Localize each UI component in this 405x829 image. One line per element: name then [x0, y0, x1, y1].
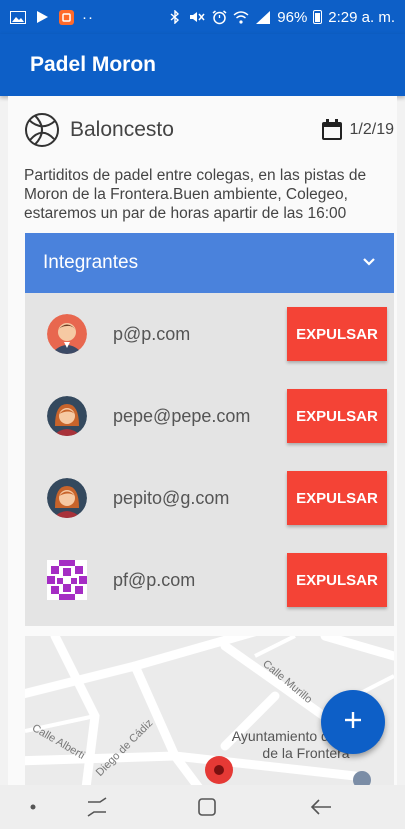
- signal-icon: [255, 10, 271, 24]
- mute-icon: [189, 10, 205, 24]
- chevron-down-icon[interactable]: [362, 254, 376, 272]
- nav-dot-icon: [28, 795, 38, 819]
- kick-member-button[interactable]: EXPULSAR: [287, 389, 387, 443]
- member-email: p@p.com: [113, 323, 191, 344]
- kick-member-button[interactable]: EXPULSAR: [287, 471, 387, 525]
- kick-member-button[interactable]: EXPULSAR: [287, 307, 387, 361]
- identicon-avatar-icon: [47, 560, 87, 600]
- kick-member-button[interactable]: EXPULSAR: [287, 553, 387, 607]
- status-bar: ·· 96% 2:29 a. m.: [0, 0, 405, 34]
- clock: 2:29 a. m.: [328, 8, 395, 26]
- app-notification-icon: [58, 9, 74, 25]
- app-title: Padel Moron: [30, 53, 157, 76]
- app-bar: Padel Moron: [0, 34, 405, 96]
- battery-percent: 96%: [277, 8, 308, 26]
- member-row: pepito@g.com EXPULSAR: [25, 457, 394, 539]
- event-date: 1/2/19: [320, 118, 394, 142]
- wifi-icon: [233, 10, 249, 24]
- members-title: Integrantes: [43, 252, 139, 273]
- female-avatar-icon: [47, 396, 87, 436]
- gallery-icon: [10, 10, 26, 24]
- female-avatar-icon: [47, 478, 87, 518]
- sport-name: Baloncesto: [70, 118, 174, 141]
- battery-icon: [313, 10, 323, 24]
- home-icon[interactable]: [195, 795, 219, 819]
- play-store-icon: [34, 10, 50, 24]
- event-detail: Baloncesto 1/2/19 Partiditos de padel en…: [8, 96, 397, 785]
- male-avatar-icon: [47, 314, 87, 354]
- date-text: 1/2/19: [349, 121, 394, 138]
- museum-icon: [353, 771, 371, 785]
- back-icon[interactable]: [308, 795, 334, 819]
- members-list: p@p.com EXPULSAR pepe@pepe.com EXPULSAR: [25, 293, 394, 626]
- member-row: pf@p.com EXPULSAR: [25, 539, 394, 621]
- sport-row: Baloncesto 1/2/19: [24, 110, 394, 150]
- basketball-icon: [24, 112, 60, 148]
- plus-icon: [344, 711, 362, 734]
- system-nav-bar: [0, 785, 405, 829]
- more-notifications-dots: ··: [82, 8, 94, 26]
- member-row: pepe@pepe.com EXPULSAR: [25, 375, 394, 457]
- member-email: pepe@pepe.com: [113, 405, 251, 426]
- alarm-icon: [211, 9, 227, 24]
- member-email: pf@p.com: [113, 569, 196, 590]
- calendar-icon: [320, 118, 344, 142]
- event-description: Partiditos de padel entre colegas, en la…: [24, 167, 367, 222]
- recent-apps-icon[interactable]: [82, 795, 112, 819]
- member-email: pepito@g.com: [113, 487, 230, 508]
- bluetooth-icon: [167, 10, 183, 24]
- member-row: p@p.com EXPULSAR: [25, 293, 394, 375]
- map-marker-icon[interactable]: [205, 756, 233, 785]
- members-header[interactable]: Integrantes: [25, 233, 394, 293]
- add-button[interactable]: [321, 690, 385, 754]
